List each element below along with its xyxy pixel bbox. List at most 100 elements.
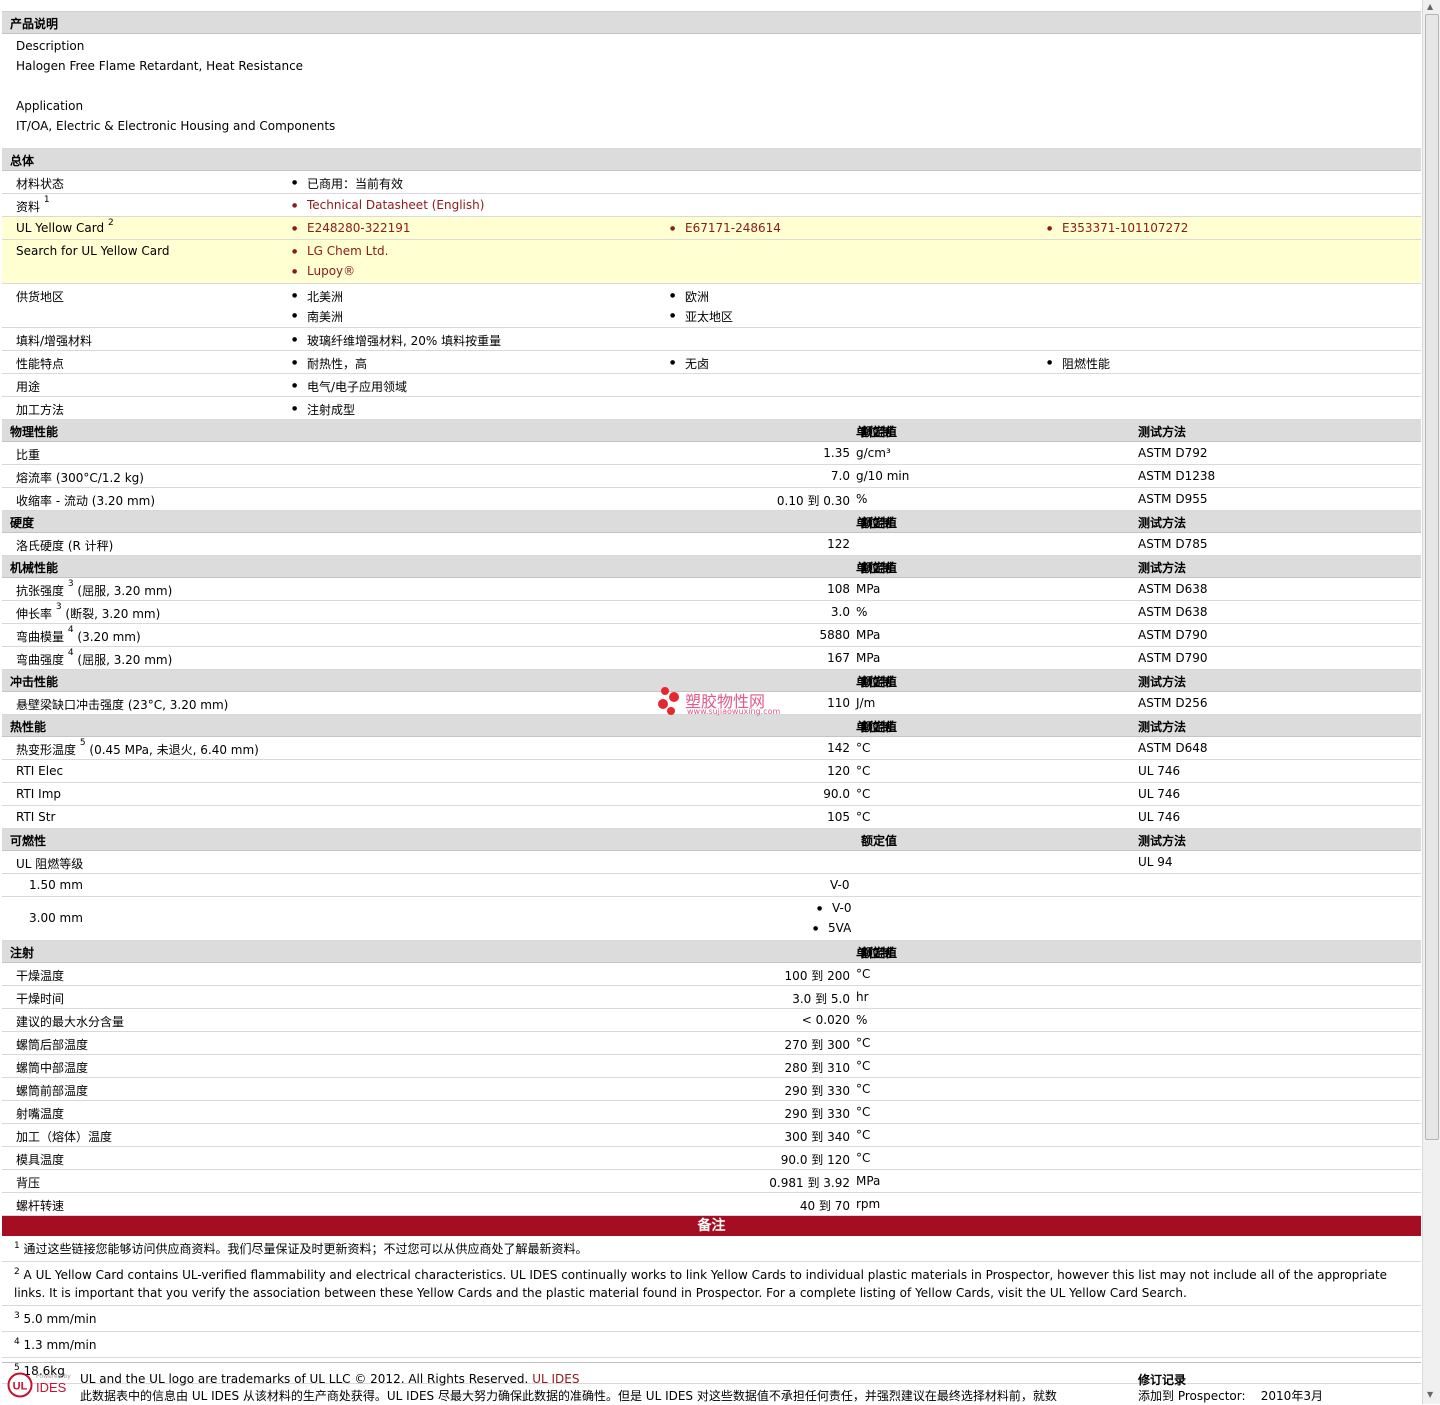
scroll-down-arrow-icon[interactable]: ▼: [1427, 1390, 1433, 1399]
col-unit: 单位制: [856, 425, 893, 439]
scroll-up-arrow-icon[interactable]: ▲: [1427, 2, 1433, 11]
property-row: 收缩率 - 流动 (3.20 mm) 0.10 到 0.30% ASTM D955: [2, 488, 1421, 511]
region-value: 欧洲: [670, 288, 709, 305]
row-label: 干燥温度: [16, 969, 65, 983]
section-header-flammability: 可燃性 额定值 测试方法: [2, 829, 1421, 851]
ul-card-link-3[interactable]: E353371-101107272: [1047, 221, 1188, 235]
mechanical-rows: 抗张强度 3 (屈服, 3.20 mm) 108 MPa ASTM D638 伸长率 3…: [2, 578, 1421, 670]
col-unit: 单位制: [856, 516, 893, 530]
row-value: 120: [827, 764, 850, 778]
row-features: 性能特点 耐热性，高 无卤 阻燃性能: [2, 351, 1421, 374]
section-title: 产品说明: [10, 17, 59, 31]
col-test-method: 测试方法: [1138, 834, 1187, 848]
row-test-method: ASTM D1238: [1138, 469, 1216, 483]
property-row: RTI Elec 120 °C UL 746: [2, 760, 1421, 783]
process-value: 注射成型: [292, 401, 355, 418]
watermark-url: www.sujiaowuxing.com: [687, 707, 781, 716]
section-title: 冲击性能: [10, 675, 59, 689]
physical-rows: 比重 1.35 g/cm³ ASTM D792 熔流率 (300°C/1.2 kg) 7.…: [2, 442, 1421, 511]
section-title: 硬度: [10, 516, 35, 530]
row-label: 弯曲强度 4 (屈服, 3.20 mm): [16, 648, 173, 667]
property-row: RTI Str 105 °C UL 746: [2, 806, 1421, 829]
row-unit: %: [856, 492, 868, 506]
row-value: 1.35: [823, 446, 850, 460]
col-test-method: 测试方法: [1138, 720, 1187, 734]
row-label: 建议的最大水分含量: [16, 1015, 125, 1029]
ul-card-link-1[interactable]: E248280-322191: [292, 221, 410, 235]
row-value: 90.0 到 120: [780, 1153, 850, 1167]
svg-text:UL: UL: [13, 1381, 28, 1393]
row-label: 填料/增强材料: [16, 334, 93, 348]
row-unit: °C: [856, 1105, 871, 1119]
property-row: 射嘴温度 290 到 330 °C: [2, 1101, 1421, 1124]
region-value: 北美洲: [292, 288, 343, 305]
row-ul-yellow-card: UL Yellow Card 2 E248280-322191 E67171-2…: [2, 217, 1421, 240]
row-label: 1.50 mm: [29, 878, 83, 892]
ul-ides-logo: UL Powered by IDES: [7, 1372, 75, 1402]
property-row: 弯曲强度 4 (屈服, 3.20 mm) 167 MPa ASTM D790: [2, 647, 1421, 670]
note-item: 1 通过这些链接您能够访问供应商资料。我们尽量保证及时更新资料；不过您可以从供应…: [2, 1236, 1421, 1262]
section-header-mechanical: 机械性能 额定值 单位制 测试方法: [2, 556, 1421, 578]
row-value: 122: [827, 537, 850, 551]
row-unit: °C: [856, 764, 871, 778]
property-row: 加工（熔体）温度 300 到 340 °C: [2, 1124, 1421, 1147]
property-row: 背压 0.981 到 3.92 MPa: [2, 1170, 1421, 1193]
property-row: 熔流率 (300°C/1.2 kg) 7.0 g/10 min ASTM D1238: [2, 465, 1421, 488]
section-title: 总体: [10, 154, 35, 168]
row-value: 142: [827, 741, 850, 755]
tradename-link[interactable]: Lupoy®: [292, 264, 355, 278]
row-unit: MPa: [856, 1174, 881, 1188]
section-title: 热性能: [10, 720, 47, 734]
row-search-ul-card: Search for UL Yellow Card LG Chem Ltd. L…: [2, 240, 1421, 284]
ul-ides-link[interactable]: UL IDES: [532, 1372, 579, 1386]
row-unit: °C: [856, 967, 871, 981]
row-value: V-0: [817, 901, 852, 915]
technical-datasheet-link[interactable]: Technical Datasheet (English): [292, 198, 484, 212]
row-unit: J/m: [856, 696, 876, 710]
section-header-general: 总体: [2, 149, 1421, 171]
section-header-description: 产品说明: [2, 12, 1421, 34]
row-value: 40 到 70: [799, 1199, 850, 1213]
row-label: Search for UL Yellow Card: [16, 244, 170, 258]
row-label: 熔流率 (300°C/1.2 kg): [16, 471, 144, 485]
vertical-scrollbar[interactable]: ▲ ▼: [1422, 0, 1440, 1404]
row-value: 270 到 300: [784, 1038, 850, 1052]
disclaimer: 此数据表中的信息由 UL IDES 从该材料的生产商处获得。UL IDES 尽最…: [80, 1389, 1057, 1403]
region-value: 亚太地区: [670, 308, 733, 325]
section-title: 机械性能: [10, 561, 59, 575]
row-unit: MPa: [856, 582, 881, 596]
property-row: 弯曲模量 4 (3.20 mm) 5880 MPa ASTM D790: [2, 624, 1421, 647]
feature-value: 阻燃性能: [1047, 355, 1110, 372]
row-value: 3.0: [830, 605, 850, 619]
row-label: 弯曲模量 4 (3.20 mm): [16, 625, 141, 644]
ul-card-link-2[interactable]: E67171-248614: [670, 221, 781, 235]
notes-header: 备注: [2, 1216, 1421, 1236]
row-label: RTI Imp: [16, 787, 61, 801]
description-block: Description Halogen Free Flame Retardant…: [2, 34, 1421, 149]
thermal-rows: 热变形温度 5 (0.45 MPa, 未退火, 6.40 mm) 142 °C AST…: [2, 737, 1421, 829]
row-label: RTI Elec: [16, 764, 64, 778]
logo-ides: IDES: [36, 1380, 67, 1395]
row-documents: 资料 1 Technical Datasheet (English): [2, 194, 1421, 217]
scrollbar-thumb[interactable]: [1425, 14, 1439, 1140]
supplier-link[interactable]: LG Chem Ltd.: [292, 244, 388, 258]
hardness-rows: 洛氏硬度 (R 计秤) 122 ASTM D785: [2, 533, 1421, 556]
row-value: 7.0: [830, 469, 850, 483]
row-label: 性能特点: [16, 357, 65, 371]
property-row: 比重 1.35 g/cm³ ASTM D792: [2, 442, 1421, 465]
row-label: RTI Str: [16, 810, 56, 824]
row-value: 0.10 到 0.30: [776, 494, 850, 508]
row-label: 螺筒后部温度: [16, 1038, 89, 1052]
section-title: 可燃性: [10, 834, 47, 848]
row-test-method: ASTM D638: [1138, 605, 1208, 619]
note-item: 3 5.0 mm/min: [2, 1306, 1421, 1332]
row-label: 3.00 mm: [29, 911, 83, 925]
row-region: 供货地区 北美洲 欧洲 南美洲 亚太地区: [2, 284, 1421, 328]
row-value: 3.0 到 5.0: [792, 992, 850, 1006]
property-row: 螺筒前部温度 290 到 330 °C: [2, 1078, 1421, 1101]
row-thickness-2: 3.00 mm V-0 5VA: [2, 897, 1421, 941]
row-unit: °C: [856, 1128, 871, 1142]
feature-value: 耐热性，高: [292, 355, 367, 372]
description-label: Description: [16, 39, 85, 53]
revision-line: 添加到 Prospector: 2010年3月: [1138, 1389, 1323, 1403]
